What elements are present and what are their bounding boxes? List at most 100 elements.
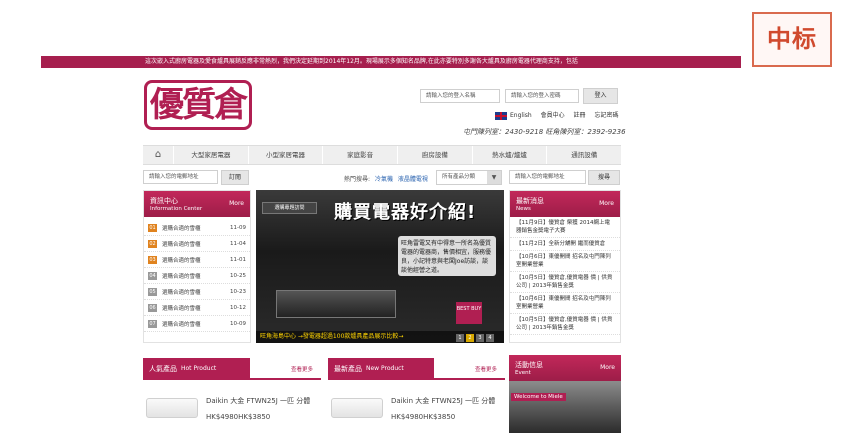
item-date: 11-01 (230, 256, 246, 263)
chevron-down-icon: ▼ (487, 171, 501, 184)
item-number: 01 (148, 223, 157, 232)
item-date: 11-04 (230, 240, 246, 247)
item-date: 11-09 (230, 224, 246, 231)
news-item[interactable]: 【10月5日】優質倉,優質電器 價 | 供貨公司 | 2013年銷售金獎 (510, 272, 620, 293)
nav-item-communication[interactable]: 通訊設備 (546, 146, 621, 164)
list-item[interactable]: 06 選購合適的雪櫃 10-12 (144, 300, 250, 316)
list-item[interactable]: 03 選購合適的雪櫃 11-01 (144, 252, 250, 268)
hot-product-section: 人氣產品 Hot Product 查看更多 Daikin 大金 FTWN25J … (143, 358, 321, 440)
news-more-link[interactable]: More (599, 200, 614, 207)
page: 中标 這次嵌入式廚房電器及愛食爐具展銷反應非常熱烈，我們決定延期到2014年12… (0, 0, 847, 440)
username-input[interactable]: 請輸入您的登入名稱 (420, 89, 500, 103)
cooktop-image (276, 290, 396, 318)
list-item[interactable]: 07 選購合適的雪櫃 10-09 (144, 316, 250, 332)
login-button[interactable]: 登入 (583, 88, 618, 104)
item-title: 選購合適的雪櫃 (162, 257, 201, 264)
news-item[interactable]: 【11月2日】全新分舖開 繼而優質倉 (510, 238, 620, 251)
event-subtitle: Event (515, 370, 531, 376)
home-icon[interactable]: ⌂ (143, 146, 173, 164)
nav-item-home-av[interactable]: 家庭影音 (322, 146, 397, 164)
product-search-input[interactable]: 請輸入您的電郵地址 (509, 170, 586, 184)
news-item[interactable]: 【10月6日】東優開間 招名及屯門陳列室開業營業 (510, 251, 620, 272)
event-panel: 活動信息 Event More Welcome to Miele (509, 355, 621, 440)
list-item[interactable]: 05 選購合適的雪櫃 10-23 (144, 284, 250, 300)
event-more-link[interactable]: More (600, 364, 615, 371)
new-product-more-link[interactable]: 查看更多 (475, 365, 497, 373)
nav-item-water-heaters[interactable]: 熱水爐/爐爐 (471, 146, 547, 164)
list-item[interactable]: 04 選購合適的雪櫃 10-25 (144, 268, 250, 284)
subscribe-button[interactable]: 訂閱 (221, 170, 249, 185)
item-number: 05 (148, 287, 157, 296)
new-product-title: 最新產品 (334, 365, 362, 373)
banner-dot[interactable]: 1 (456, 334, 464, 342)
main-nav: ⌂ 大型家居電器 小型家居電器 家庭影音 廚房設備 熱水爐/爐爐 通訊設備 (143, 145, 621, 165)
product-card[interactable]: Daikin 大金 FTWN25J 一匹 分體 HK$4980HK$3850 (331, 388, 495, 428)
news-item[interactable]: 【11月9日】優質倉 榮獲 2014網上電器銷售金獎電子大賽 (510, 217, 620, 238)
english-link[interactable]: English (495, 111, 532, 120)
banner-dot-active[interactable]: 2 (466, 334, 474, 342)
item-title: 選購合適的雪櫃 (162, 225, 201, 232)
air-conditioner-image (146, 398, 198, 418)
event-title: 活動信息 (515, 361, 543, 369)
category-select[interactable]: 所有產品分類 ▼ (436, 170, 502, 185)
item-title: 選購合適的雪櫃 (162, 305, 201, 312)
list-item[interactable]: 02 選購合適的雪櫃 11-04 (144, 236, 250, 252)
product-price: HK$4980HK$3850 (391, 412, 456, 421)
list-item[interactable]: 01 選購合適的雪櫃 11-09 (144, 220, 250, 236)
air-conditioner-image (331, 398, 383, 418)
hot-product-subtitle: Hot Product (181, 365, 217, 372)
item-title: 選購合適的雪櫃 (162, 273, 201, 280)
product-name: Daikin 大金 FTWN25J 一匹 分體 (391, 396, 496, 405)
item-number: 03 (148, 255, 157, 264)
banner-description: 旺角雷電又有中得意一所名為優質電器的電器商，售價相宜，服務優良，小記特意與老闆J… (398, 236, 496, 276)
item-date: 10-25 (230, 272, 246, 279)
info-center-more-link[interactable]: More (229, 200, 244, 207)
banner-title: 購買電器好介紹! (334, 202, 477, 223)
product-card[interactable]: Daikin 大金 FTWN25J 一匹 分體 HK$4980HK$3850 (146, 388, 310, 428)
top-links: English 會員中心 註冊 忘記密碼 (495, 110, 625, 120)
nav-item-large-appliances[interactable]: 大型家居電器 (173, 146, 248, 164)
news-list: 【11月9日】優質倉 榮獲 2014網上電器銷售金獎電子大賽 【11月2日】全新… (510, 217, 620, 335)
forgot-password-link[interactable]: 忘記密碼 (594, 112, 618, 119)
event-header: 活動信息 Event More (509, 355, 621, 381)
password-input[interactable]: 請輸入您的登入密碼 (505, 89, 579, 103)
site-logo[interactable]: 優質倉 (144, 80, 252, 130)
product-name: Daikin 大金 FTWN25J 一匹 分體 (206, 396, 311, 405)
hot-product-title: 人氣產品 (149, 365, 177, 373)
stamp-badge: 中标 (752, 12, 832, 67)
news-header: 最新消息 News More (510, 191, 620, 217)
item-date: 10-09 (230, 320, 246, 327)
banner-dot[interactable]: 4 (486, 334, 494, 342)
nav-item-small-appliances[interactable]: 小型家居電器 (247, 146, 323, 164)
info-center-subtitle: Information Center (150, 206, 203, 212)
hot-search-label: 熱門搜尋: (344, 176, 371, 183)
event-image[interactable]: Welcome to Miele (509, 381, 621, 433)
info-center-header: 資訊中心 Information Center More (144, 191, 250, 217)
info-center-title: 資訊中心 (150, 197, 178, 205)
banner-dot[interactable]: 3 (476, 334, 484, 342)
member-center-link[interactable]: 會員中心 (541, 112, 565, 119)
hot-search-link-lcd-tv[interactable]: 液晶體電視 (398, 176, 428, 183)
hot-product-header: 人氣產品 Hot Product 查看更多 (143, 358, 321, 380)
item-date: 10-23 (230, 288, 246, 295)
new-product-header: 最新產品 New Product 查看更多 (328, 358, 505, 380)
news-item[interactable]: 【10月5日】優質倉,優質電器 價 | 供貨公司 | 2013年銷售金獎 (510, 314, 620, 335)
product-search-button[interactable]: 搜尋 (588, 170, 620, 185)
new-product-section: 最新產品 New Product 查看更多 Daikin 大金 FTWN25J … (328, 358, 505, 440)
banner-tag: 選購專題訪問 (262, 202, 317, 214)
hot-product-more-link[interactable]: 查看更多 (291, 365, 313, 373)
hot-search: 熱門搜尋: 冷氣機 液晶體電視 (344, 174, 428, 183)
product-price: HK$4980HK$3850 (206, 412, 271, 421)
item-title: 選購合適的雪櫃 (162, 241, 201, 248)
hot-search-link-aircon[interactable]: 冷氣機 (375, 176, 393, 183)
news-item[interactable]: 【10月6日】東優開間 招名及屯門陳列室開業營業 (510, 293, 620, 314)
feature-banner[interactable]: 選購專題訪問 購買電器好介紹! 旺角雷電又有中得意一所名為優質電器的電器商，售價… (256, 190, 504, 343)
best-buy-logo: BEST BUY (456, 302, 482, 324)
register-link[interactable]: 註冊 (574, 112, 586, 119)
subscribe-email-input[interactable]: 請輸入您的電郵地址 (143, 170, 218, 184)
item-number: 07 (148, 319, 157, 328)
showroom-phones: 屯門陳列室：2430-9218 旺角陳列室：2392-9236 (463, 128, 626, 136)
item-number: 06 (148, 303, 157, 312)
nav-item-kitchen[interactable]: 廚房設備 (397, 146, 472, 164)
news-title: 最新消息 (516, 197, 544, 205)
